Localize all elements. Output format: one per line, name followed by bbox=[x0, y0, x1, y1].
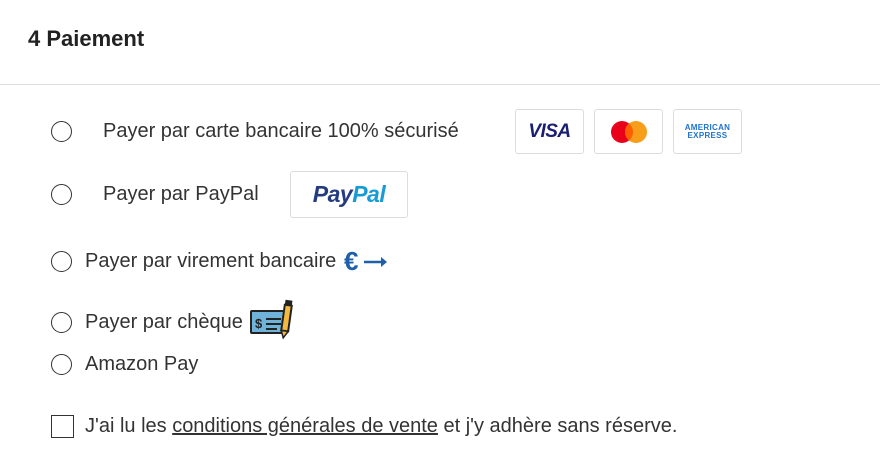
terms-link[interactable]: conditions générales de vente bbox=[172, 415, 438, 437]
payment-option-transfer[interactable]: Payer par virement bancaire € bbox=[51, 247, 388, 275]
payment-option-card[interactable]: Payer par carte bancaire 100% sécurisé bbox=[51, 120, 459, 143]
svg-text:€: € bbox=[344, 247, 358, 275]
cheque-label: Payer par chèque bbox=[85, 310, 243, 333]
euro-transfer-icon: € bbox=[344, 247, 388, 275]
card-label: Payer par carte bancaire 100% sécurisé bbox=[103, 120, 459, 142]
amazon-radio[interactable] bbox=[51, 354, 72, 375]
payment-option-paypal[interactable]: Payer par PayPal bbox=[51, 183, 259, 206]
cheque-radio[interactable] bbox=[51, 311, 72, 333]
terms-checkbox[interactable] bbox=[51, 415, 74, 438]
section-divider bbox=[0, 84, 880, 85]
paypal-label: Payer par PayPal bbox=[103, 183, 259, 205]
paypal-radio[interactable] bbox=[51, 184, 72, 205]
transfer-radio[interactable] bbox=[51, 250, 72, 272]
section-title: 4 Paiement bbox=[28, 26, 145, 51]
transfer-label: Payer par virement bancaire bbox=[85, 249, 337, 272]
paypal-logo: Pay Pal bbox=[290, 171, 408, 218]
visa-logo: VISA bbox=[515, 109, 584, 154]
terms-label: J'ai lu les conditions générales de vent… bbox=[85, 415, 678, 437]
terms-row: J'ai lu les conditions générales de vent… bbox=[51, 415, 677, 438]
amazon-label: Amazon Pay bbox=[85, 353, 199, 375]
card-radio[interactable] bbox=[51, 121, 72, 142]
payment-option-amazon[interactable]: Amazon Pay bbox=[51, 353, 198, 376]
cheque-icon: $ bbox=[249, 299, 293, 340]
mastercard-icon bbox=[610, 120, 647, 143]
payment-option-cheque[interactable]: Payer par chèque $ bbox=[51, 299, 301, 341]
svg-text:$: $ bbox=[255, 316, 263, 331]
amex-logo: AMERICAN EXPRESS bbox=[673, 109, 742, 154]
mastercard-logo bbox=[594, 109, 663, 154]
